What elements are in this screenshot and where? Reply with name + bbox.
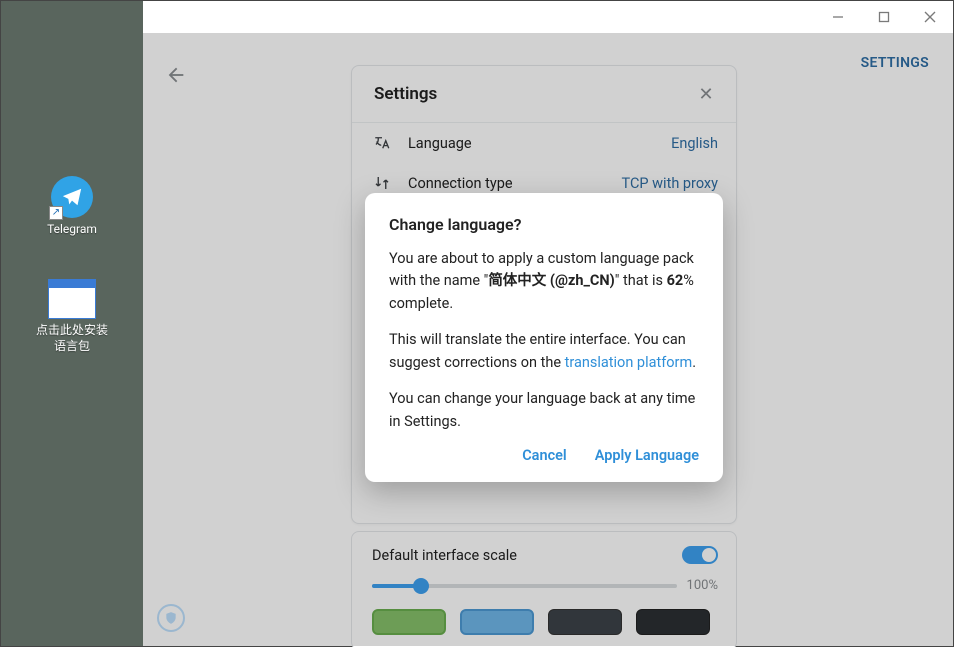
modal-title: Change language? [389, 215, 699, 234]
window-titlebar [143, 1, 953, 33]
apply-language-button[interactable]: Apply Language [595, 447, 699, 464]
desktop-shortcut-langpack[interactable]: 点击此处安装 语言包 [1, 279, 143, 354]
translation-platform-link[interactable]: translation platform [565, 354, 693, 371]
modal-text: " that is [615, 272, 667, 289]
cancel-button[interactable]: Cancel [522, 447, 567, 464]
desktop-shortcut-label: 点击此处安装 语言包 [36, 323, 108, 354]
shortcut-arrow-icon: ↗ [49, 206, 63, 220]
desktop-shortcut-telegram[interactable]: ↗ Telegram [1, 176, 143, 238]
desktop-background: ↗ Telegram 点击此处安装 语言包 [1, 1, 143, 646]
window-minimize-button[interactable] [815, 1, 861, 33]
modal-text: . [692, 354, 696, 371]
file-icon [48, 279, 96, 319]
app-content: SETTINGS Settings ✕ Language English Con… [143, 33, 953, 646]
modal-langname: 简体中文 (@zh_CN) [488, 272, 614, 289]
modal-body: You are about to apply a custom language… [389, 248, 699, 433]
modal-text: You can change your language back at any… [389, 388, 699, 433]
window-close-button[interactable] [907, 1, 953, 33]
window-maximize-button[interactable] [861, 1, 907, 33]
desktop-shortcut-label: Telegram [47, 222, 97, 238]
telegram-icon: ↗ [51, 176, 93, 218]
change-language-modal: Change language? You are about to apply … [365, 193, 723, 482]
modal-percent: 62 [667, 272, 684, 289]
app-window: SETTINGS Settings ✕ Language English Con… [143, 1, 953, 646]
proxy-shield-badge[interactable] [157, 604, 185, 632]
